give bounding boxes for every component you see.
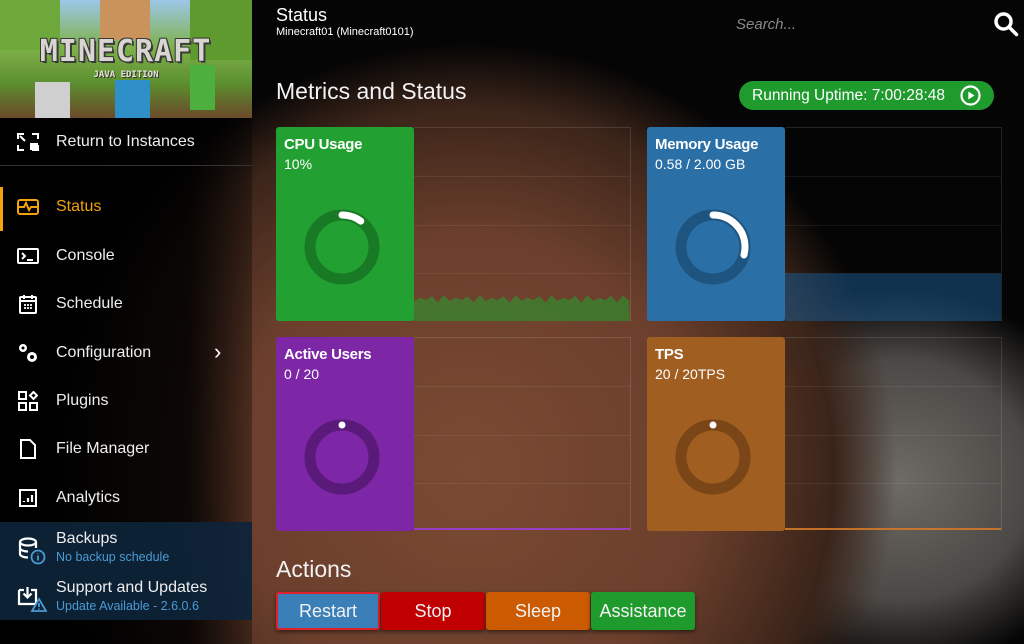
notice-subtitle: No backup schedule [56,550,170,564]
metric-value: 10% [284,156,313,172]
logo-subtitle: JAVA EDITION [93,70,159,80]
stop-button[interactable]: Stop [381,592,485,630]
search-icon[interactable] [993,11,1019,37]
sidebar-item-configuration[interactable]: Configuration › [0,331,252,375]
actions-section-title: Actions [276,556,352,582]
chart-plot [785,528,1001,531]
chart-plot [414,528,630,531]
uptime-label: Running Uptime: 7:00:28:48 [752,86,946,104]
notice-title: Support and Updates [56,579,208,596]
gears-icon [17,342,39,364]
sidebar-item-analytics[interactable]: Analytics [0,476,252,520]
plugins-grid-icon [17,390,39,412]
assistance-button[interactable]: Assistance [591,592,695,630]
sidebar-divider [0,165,252,166]
restart-button[interactable]: Restart [276,592,380,630]
metric-card-memory: Memory Usage 0.58 / 2.00 GB [647,127,1002,321]
download-tray-icon [17,584,48,614]
instance-name: Minecraft01 (Minecraft0101) [276,26,414,38]
status-pulse-icon [17,196,39,218]
sidebar-item-label: Schedule [56,295,123,312]
notice-subtitle: Update Available - 2.6.0.6 [56,599,199,613]
sidebar-item-return-to-instances[interactable]: Return to Instances [0,120,252,164]
metric-tile: Memory Usage 0.58 / 2.00 GB [647,127,785,321]
metric-tile: CPU Usage 10% [276,127,414,321]
file-icon [17,438,39,460]
sidebar-item-label: File Manager [56,440,150,457]
chevron-right-icon: › [214,339,222,364]
metric-card-cpu: CPU Usage 10% [276,127,631,321]
metric-name: TPS [655,346,684,363]
chart-plot [785,273,1001,321]
metric-tile: Active Users 0 / 20 [276,337,414,531]
chart-series-area [414,295,630,321]
database-icon [17,535,47,565]
sidebar: MINECRAFT JAVA EDITION Return to Instanc… [0,0,252,644]
metric-history-chart [785,127,1002,321]
sidebar-item-label: Status [56,198,102,215]
notice-title: Backups [56,530,118,547]
metric-card-active-users: Active Users 0 / 20 [276,337,631,531]
metric-history-chart [414,127,631,321]
game-logo-banner: MINECRAFT JAVA EDITION [0,0,252,118]
metric-value: 0 / 20 [284,366,320,382]
sidebar-item-console[interactable]: Console [0,234,252,278]
metric-gauge [304,209,380,285]
sidebar-item-label: Plugins [56,392,109,409]
chart-plot [414,295,630,321]
page-title: Status [276,5,328,25]
metric-name: CPU Usage [284,136,363,153]
metric-name: Active Users [284,346,372,363]
sidebar-item-file-manager[interactable]: File Manager [0,427,252,471]
metric-value: 0.58 / 2.00 GB [655,156,746,172]
metric-gauge [675,209,751,285]
sidebar-item-label: Console [56,247,115,264]
analytics-chart-icon [17,487,39,509]
sidebar-item-schedule[interactable]: Schedule [0,282,252,326]
metric-name: Memory Usage [655,136,759,153]
gauge-track [304,419,380,495]
search-input[interactable] [736,12,976,36]
notice-support-updates[interactable]: Support and Updates Update Available - 2… [0,572,252,620]
sidebar-notices: Backups No backup schedule Support and U… [0,522,252,620]
metric-gauge [304,419,380,495]
sleep-button[interactable]: Sleep [486,592,590,630]
sidebar-item-plugins[interactable]: Plugins [0,379,252,423]
sidebar-item-label: Analytics [56,489,121,506]
metric-card-tps: TPS 20 / 20TPS [647,337,1002,531]
gauge-track [675,419,751,495]
play-circle-icon [960,85,981,106]
terminal-icon [17,245,39,267]
gauge-track [304,209,380,285]
return-icon [17,131,39,153]
sidebar-item-status[interactable]: Status [0,185,252,231]
metric-history-chart [785,337,1002,531]
chart-series-area [785,273,1001,321]
metric-tile: TPS 20 / 20TPS [647,337,785,531]
metric-gauge [675,419,751,495]
metric-history-chart [414,337,631,531]
running-uptime-badge[interactable]: Running Uptime: 7:00:28:48 [739,81,994,110]
sidebar-item-label: Configuration [56,344,152,361]
calendar-icon [17,293,39,315]
notice-backups[interactable]: Backups No backup schedule [0,523,252,571]
sidebar-item-label: Return to Instances [56,133,195,150]
metric-value: 20 / 20TPS [655,366,726,382]
logo-title: MINECRAFT [39,34,212,69]
metrics-section-title: Metrics and Status [276,78,467,104]
